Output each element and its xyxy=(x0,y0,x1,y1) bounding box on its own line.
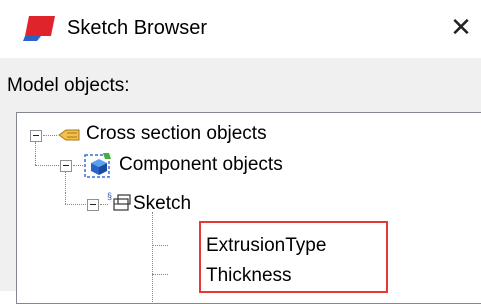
sketch-app-icon xyxy=(23,16,55,41)
expander-cross-section[interactable] xyxy=(30,130,42,142)
sketch-icon: § xyxy=(107,191,131,211)
tree-connector xyxy=(152,212,153,302)
cross-section-icon xyxy=(58,129,80,141)
close-button[interactable]: ✕ xyxy=(448,12,474,42)
tree-node-component-objects[interactable]: Component objects xyxy=(119,152,283,178)
highlight-box xyxy=(199,221,388,293)
tree-connector xyxy=(35,142,36,156)
tree-connector xyxy=(43,135,57,136)
tree-connector xyxy=(65,172,66,193)
tree-connector xyxy=(73,165,83,166)
title-bar: Sketch Browser ✕ xyxy=(0,0,481,58)
component-icon xyxy=(84,153,111,178)
expander-component-objects[interactable] xyxy=(60,160,72,172)
client-area: Model objects: Cross section objects Com… xyxy=(0,58,481,304)
model-objects-label: Model objects: xyxy=(7,75,130,96)
tree-node-sketch[interactable]: Sketch xyxy=(133,191,191,217)
tree-connector xyxy=(152,274,168,275)
expander-sketch[interactable] xyxy=(87,199,99,211)
tree-connector xyxy=(65,204,86,205)
tree-connector xyxy=(35,165,59,166)
tree-connector xyxy=(65,193,66,204)
svg-text:§: § xyxy=(107,191,112,201)
tree-connector xyxy=(152,245,168,246)
tree-node-cross-section-objects[interactable]: Cross section objects xyxy=(86,121,267,147)
close-icon: ✕ xyxy=(450,12,472,42)
tree-connector xyxy=(35,156,36,165)
window-title: Sketch Browser xyxy=(67,17,208,39)
